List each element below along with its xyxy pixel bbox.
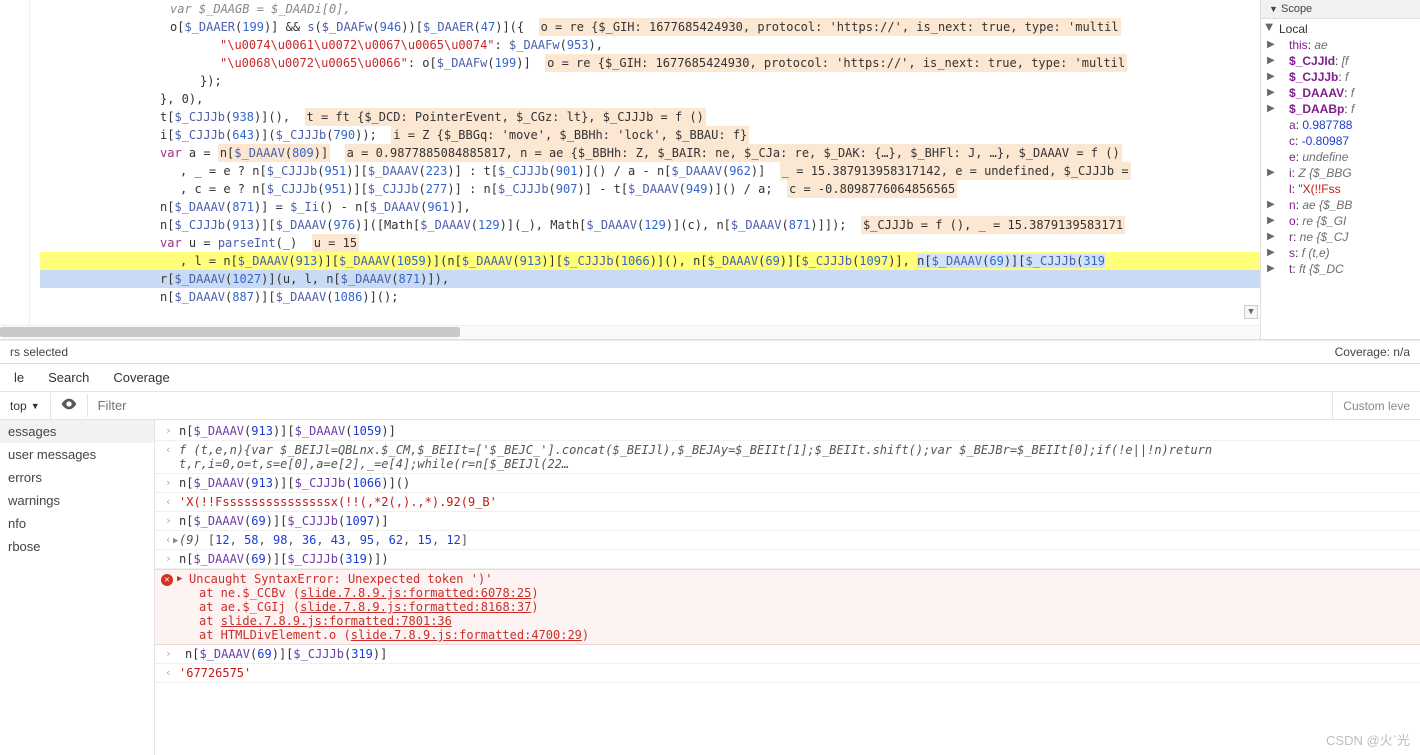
console-input[interactable]: n[$_DAAAV(913)][$_CJJJb(1066)]() <box>155 474 1420 493</box>
watermark: CSDN @火`光 <box>1326 730 1410 749</box>
status-bar: rs selected Coverage: n/a <box>0 340 1420 364</box>
scope-var[interactable]: e: undefine <box>1265 149 1416 165</box>
horizontal-scrollbar[interactable] <box>0 325 1260 339</box>
scope-var[interactable]: ▶t: ft {$_DC <box>1265 261 1416 277</box>
console-error[interactable]: ✕ ▶ Uncaught SyntaxError: Unexpected tok… <box>155 569 1420 645</box>
sidebar-warnings[interactable]: warnings <box>0 489 154 512</box>
scope-var[interactable]: a: 0.987788 <box>1265 117 1416 133</box>
selection-line: r[$_DAAAV(1027)](u, l, n[$_DAAAV(871)]), <box>40 270 1260 288</box>
code: i[$_CJJJb(643)]($_CJJJb(790)); i = Z {$_… <box>160 128 749 142</box>
hscroll-thumb[interactable] <box>0 327 460 337</box>
scope-var[interactable]: c: -0.80987 <box>1265 133 1416 149</box>
context-selector[interactable]: top ▼ <box>0 393 51 419</box>
stack-frame: at ne.$_CCBv (slide.7.8.9.js:formatted:6… <box>179 586 1414 600</box>
code: n[$_CJJJb(913)][$_DAAAV(976)]([Math[$_DA… <box>160 218 1125 232</box>
code: var $_DAAGB = $_DAADi[0], <box>170 2 351 16</box>
code: var u = parseInt(_) u = 15 <box>160 236 359 250</box>
source-link[interactable]: slide.7.8.9.js:formatted:8168:37 <box>300 600 531 614</box>
code: o[$_DAAER(199)] && s($_DAAFw(946))[$_DAA… <box>170 20 1121 34</box>
scope-var[interactable]: ▶n: ae {$_BB <box>1265 197 1416 213</box>
source-code-pane: var $_DAAGB = $_DAADi[0], o[$_DAAER(199)… <box>0 0 1260 339</box>
expand-icon[interactable]: ▶ <box>177 574 182 584</box>
scope-pane: ▼ Scope ▶Local ▶this: ae▶$_CJJId: [f▶$_C… <box>1260 0 1420 339</box>
code: , c = e ? n[$_CJJJb(951)][$_CJJJb(277)] … <box>180 182 957 196</box>
console-output-string[interactable]: '67726575' <box>155 664 1420 683</box>
sidebar-messages[interactable]: essages <box>0 420 154 443</box>
code: , _ = e ? n[$_CJJJb(951)][$_DAAAV(223)] … <box>180 164 1131 178</box>
console-output[interactable]: n[$_DAAAV(913)][$_DAAAV(1059)] f (t,e,n)… <box>155 420 1420 755</box>
code: "\u0074\u0061\u0072\u0067\u0065\u0074": … <box>220 38 603 52</box>
stack-frame: at ae.$_CGIj (slide.7.8.9.js:formatted:8… <box>179 600 1414 614</box>
status-left: rs selected <box>10 345 68 359</box>
coverage-status: Coverage: n/a <box>1335 345 1410 359</box>
log-levels[interactable]: Custom leve <box>1332 393 1420 419</box>
code: t[$_CJJJb(938)](), t = ft {$_DCD: Pointe… <box>160 110 706 124</box>
console-input[interactable]: n[$_DAAAV(913)][$_DAAAV(1059)] <box>155 422 1420 441</box>
stack-frame: at HTMLDivElement.o (slide.7.8.9.js:form… <box>179 628 1414 642</box>
eye-icon <box>61 398 77 410</box>
scope-var[interactable]: ▶$_DAAAV: f <box>1265 85 1416 101</box>
scope-var[interactable]: ▶$_DAABp: f <box>1265 101 1416 117</box>
sidebar-info[interactable]: nfo <box>0 512 154 535</box>
debugger-top: var $_DAAGB = $_DAADi[0], o[$_DAAER(199)… <box>0 0 1420 340</box>
console-output-string[interactable]: 'X(!!Fsssssssssssssssx(!!(,*2(,).,*).92(… <box>155 493 1420 512</box>
tab-search[interactable]: Search <box>48 370 89 385</box>
tab-console[interactable]: le <box>14 370 24 385</box>
scope-var[interactable]: ▶this: ae <box>1265 37 1416 53</box>
stack-frame: at slide.7.8.9.js:formatted:7801:36 <box>179 614 1414 628</box>
code: var a = n[$_DAAAV(809)] a = 0.9877885084… <box>160 146 1122 160</box>
console-toolbar: top ▼ Custom leve <box>0 392 1420 420</box>
execution-line-highlight: , l = n[$_DAAAV(913)][$_DAAAV(1059)](n[$… <box>40 252 1260 270</box>
scope-var[interactable]: ▶$_CJJId: [f <box>1265 53 1416 69</box>
scope-var[interactable]: ▶s: f (t,e) <box>1265 245 1416 261</box>
code: n[$_DAAAV(871)] = $_Ii() - n[$_DAAAV(961… <box>160 200 471 214</box>
source-link[interactable]: slide.7.8.9.js:formatted:4700:29 <box>351 628 582 642</box>
code: }, 0), <box>160 92 203 106</box>
scroll-down-button[interactable]: ▼ <box>1244 305 1258 319</box>
error-title: Uncaught SyntaxError: Unexpected token '… <box>179 572 492 586</box>
console-input[interactable]: n[$_DAAAV(69)][$_CJJJb(1097)] <box>155 512 1420 531</box>
source-link[interactable]: slide.7.8.9.js:formatted:7801:36 <box>221 614 452 628</box>
console-output-fn[interactable]: f (t,e,n){var $_BEIJl=QBLnx.$_CM,$_BEIIt… <box>155 441 1420 474</box>
console-output-array[interactable]: ▶(9) [12, 58, 98, 36, 43, 95, 62, 15, 12… <box>155 531 1420 550</box>
drawer-tabs: le Search Coverage <box>0 364 1420 392</box>
code-scroll[interactable]: var $_DAAGB = $_DAADi[0], o[$_DAAER(199)… <box>0 0 1260 325</box>
console-input[interactable]: n[$_DAAAV(69)][$_CJJJb(319)]) <box>155 550 1420 569</box>
console-input[interactable]: n[$_DAAAV(69)][$_CJJJb(319)] <box>155 645 1420 664</box>
code: }); <box>200 74 222 88</box>
console-sidebar: essages user messages errors warnings nf… <box>0 420 155 755</box>
filter-input[interactable] <box>88 392 1333 419</box>
scope-var[interactable]: l: "X(!!Fss <box>1265 181 1416 197</box>
code: "\u0068\u0072\u0065\u0066": o[$_DAAFw(19… <box>220 56 1127 70</box>
sidebar-errors[interactable]: errors <box>0 466 154 489</box>
scope-header[interactable]: ▼ Scope <box>1261 0 1420 19</box>
scope-var[interactable]: ▶$_CJJJb: f <box>1265 69 1416 85</box>
scope-var[interactable]: ▶r: ne {$_CJ <box>1265 229 1416 245</box>
tab-coverage[interactable]: Coverage <box>113 370 169 385</box>
sidebar-verbose[interactable]: rbose <box>0 535 154 558</box>
error-icon: ✕ <box>161 574 173 586</box>
source-link[interactable]: slide.7.8.9.js:formatted:6078:25 <box>300 586 531 600</box>
code: n[$_DAAAV(887)][$_DAAAV(1086)](); <box>160 290 398 304</box>
expand-icon[interactable]: ▶ <box>173 536 178 546</box>
live-expression-button[interactable] <box>51 394 88 417</box>
scope-local[interactable]: ▶Local <box>1265 21 1416 37</box>
scope-var[interactable]: ▶o: re {$_GI <box>1265 213 1416 229</box>
console-main: essages user messages errors warnings nf… <box>0 420 1420 755</box>
scope-var[interactable]: ▶i: Z {$_BBG <box>1265 165 1416 181</box>
sidebar-user-messages[interactable]: user messages <box>0 443 154 466</box>
